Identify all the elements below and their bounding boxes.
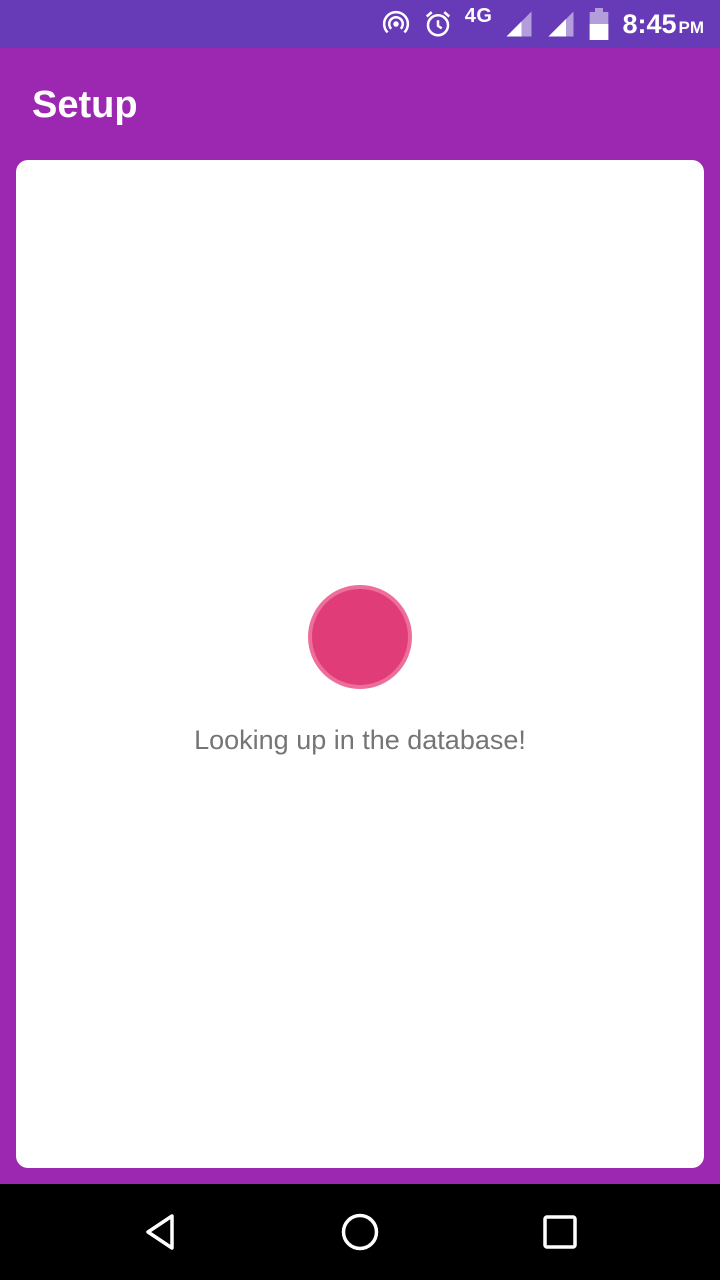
clock: 8:45 PM bbox=[622, 9, 704, 40]
signal-icon bbox=[548, 11, 574, 37]
back-button[interactable] bbox=[136, 1208, 184, 1256]
signal-icon bbox=[506, 11, 532, 37]
app-bar: Setup bbox=[0, 48, 720, 160]
back-icon bbox=[146, 1214, 174, 1250]
network-type-label: 4G bbox=[464, 4, 493, 27]
recents-button[interactable] bbox=[536, 1208, 584, 1256]
hotspot-icon bbox=[382, 10, 409, 34]
navigation-bar bbox=[0, 1184, 720, 1280]
status-bar: 4G 8:45 PM bbox=[0, 0, 720, 48]
home-icon bbox=[341, 1213, 379, 1251]
battery-icon bbox=[590, 8, 609, 40]
alarm-icon bbox=[425, 11, 450, 37]
clock-ampm: PM bbox=[678, 17, 705, 37]
recents-icon bbox=[543, 1215, 577, 1249]
status-icons: 4G 8:45 PM bbox=[381, 0, 704, 48]
content-card: Looking up in the database! bbox=[16, 160, 704, 1168]
page-title: Setup bbox=[32, 84, 138, 126]
clock-time: 8:45 bbox=[622, 8, 677, 39]
loading-indicator bbox=[308, 585, 412, 689]
home-button[interactable] bbox=[336, 1208, 384, 1256]
loading-message: Looking up in the database! bbox=[194, 725, 526, 755]
